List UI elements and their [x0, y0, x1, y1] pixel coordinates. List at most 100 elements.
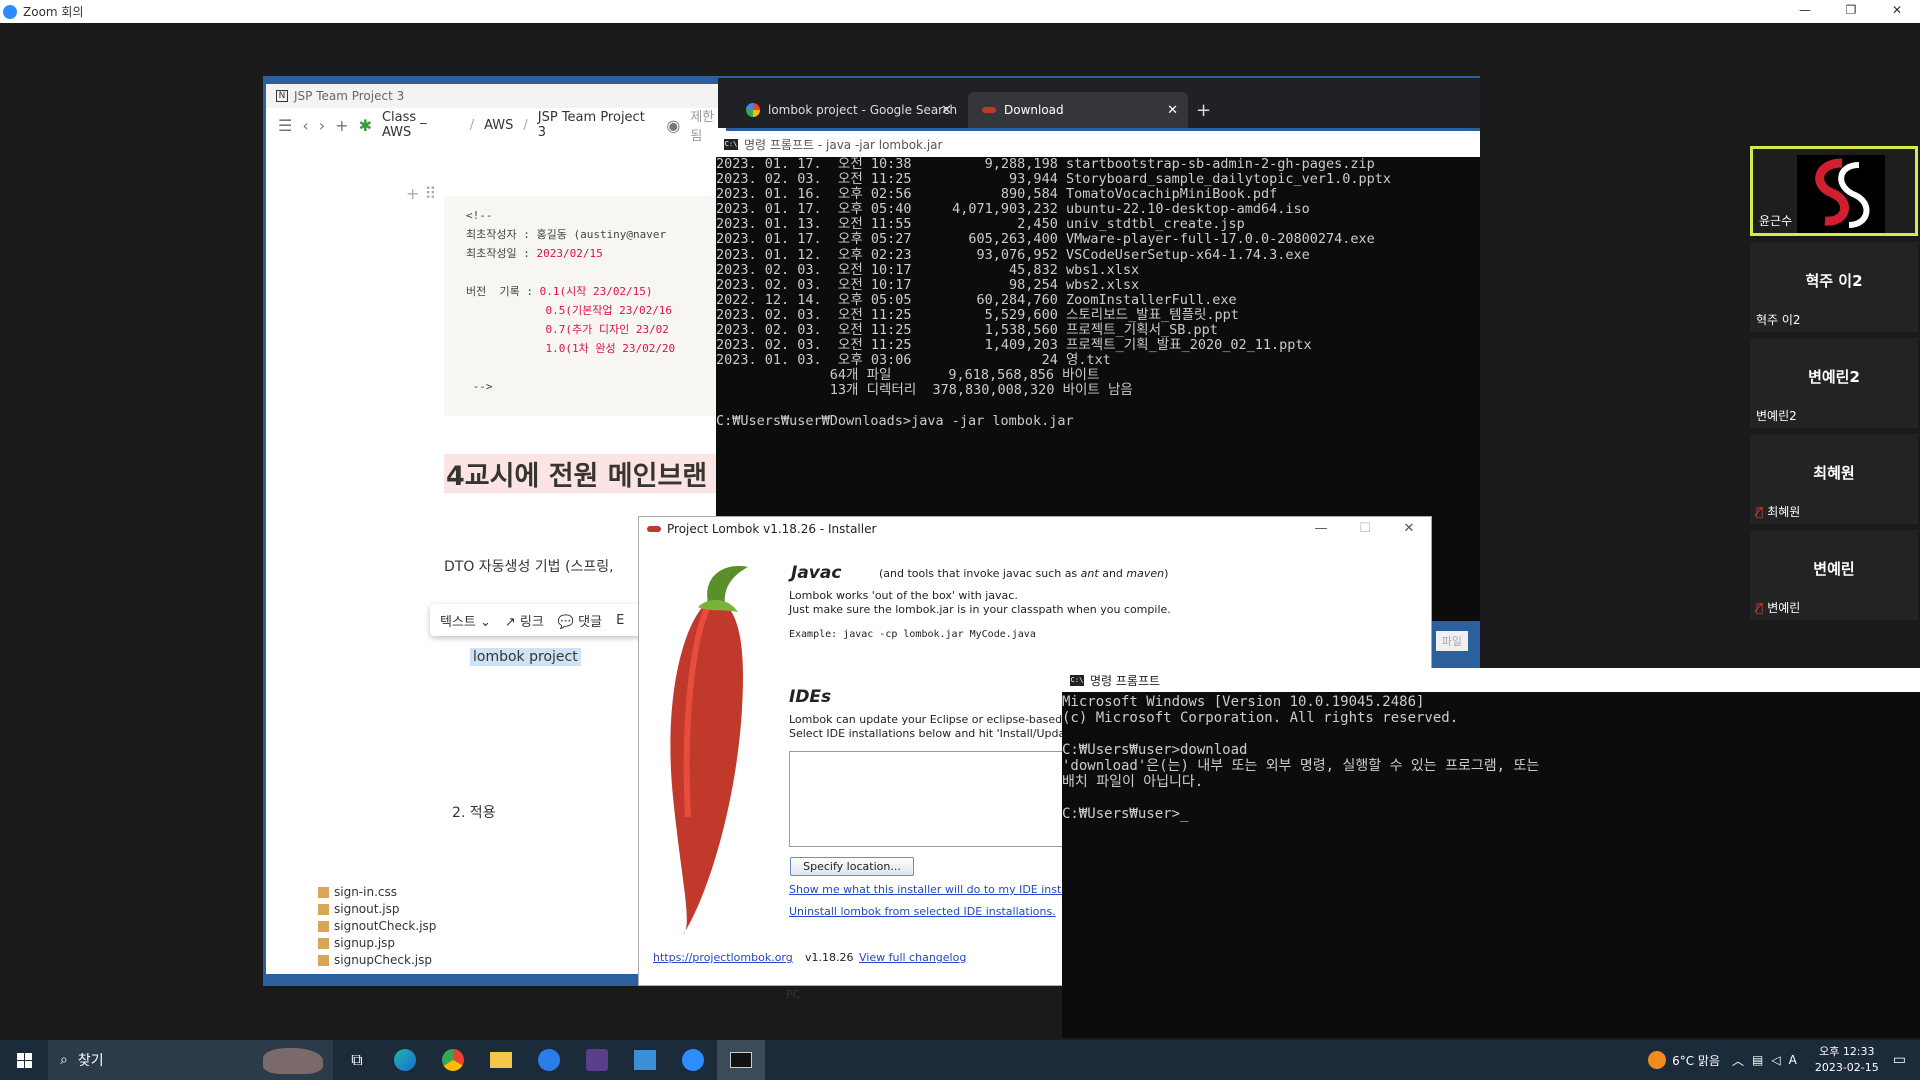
- close-tab-icon[interactable]: ✕: [941, 103, 952, 118]
- lombok-icon: [982, 107, 996, 113]
- file-item[interactable]: signupCheck.jsp: [316, 952, 436, 969]
- changelog-link[interactable]: View full changelog: [859, 951, 966, 964]
- network-icon[interactable]: ▤: [1752, 1053, 1763, 1067]
- participant-name-large: 최혜원: [1813, 464, 1855, 482]
- ide-installations-list[interactable]: [789, 751, 1079, 847]
- eclipse-icon[interactable]: [573, 1040, 621, 1080]
- notion-window-title: JSP Team Project 3: [294, 89, 405, 103]
- lombok-title: Project Lombok v1.18.26 - Installer: [667, 522, 877, 536]
- cmd-line: Microsoft Windows [Version 10.0.19045.24…: [1062, 694, 1425, 710]
- avatar: [1797, 155, 1885, 233]
- cmd-line: [716, 399, 1480, 414]
- photo-icon[interactable]: [621, 1040, 669, 1080]
- participant-tile[interactable]: 최혜원 🎙̸ 최혜원: [1750, 434, 1918, 524]
- file-item[interactable]: signout.jsp: [316, 901, 436, 918]
- show-me-link[interactable]: Show me what this installer will do to m…: [789, 883, 1068, 896]
- clock[interactable]: 오후 12:33 2023-02-15: [1815, 1044, 1879, 1076]
- cmd-icon: C:\: [1070, 674, 1084, 686]
- javac-example: Example: javac -cp lombok.jar MyCode.jav…: [789, 629, 1036, 640]
- breadcrumb-item[interactable]: Class _ AWS: [382, 110, 460, 140]
- notification-icon[interactable]: ▭: [1893, 1052, 1906, 1068]
- weather-icon: [1648, 1051, 1667, 1069]
- task-view-icon[interactable]: ⧉: [333, 1040, 381, 1080]
- zoom-icon[interactable]: [669, 1040, 717, 1080]
- close-button[interactable]: ✕: [1874, 0, 1920, 23]
- link-button[interactable]: ↗ 링크: [505, 611, 544, 630]
- minimize-button[interactable]: —: [1299, 517, 1343, 541]
- file-item[interactable]: sign-in.css: [316, 884, 436, 901]
- file-explorer-icon[interactable]: [477, 1040, 525, 1080]
- comment-button[interactable]: 💬 댓글: [558, 611, 602, 630]
- close-button[interactable]: ✕: [1387, 517, 1431, 541]
- cmd-line: [1062, 790, 1920, 806]
- cmd-line: 2023. 01. 12. 오후 02:23 93,076,952 VSCode…: [716, 246, 1310, 263]
- forward-icon[interactable]: ›: [319, 116, 325, 135]
- cmd-line: 2023. 02. 03. 오전 10:17 98,254 wbs2.xlsx: [716, 276, 1140, 293]
- participant-tile-active[interactable]: 윤근수: [1750, 146, 1918, 236]
- version-label: v1.18.26: [805, 951, 854, 964]
- cmd-line: 13개 디렉터리 378,830,008,320 바이트 남음: [716, 382, 1133, 399]
- specify-location-button[interactable]: Specify location...: [790, 857, 914, 876]
- partial-label: 파일: [1435, 631, 1468, 651]
- cmd-output[interactable]: Microsoft Windows [Version 10.0.19045.24…: [1062, 692, 1920, 822]
- cmd-line: 2022. 12. 14. 오후 05:05 60,284,760 ZoomIn…: [716, 291, 1237, 308]
- edge-icon[interactable]: [381, 1040, 429, 1080]
- cmd-line: 2023. 01. 16. 오후 02:56 890,584 TomatoVoc…: [716, 186, 1278, 203]
- cmd-icon: C:\: [724, 138, 738, 150]
- back-icon[interactable]: ‹: [302, 116, 308, 135]
- javac-subtitle: (and tools that invoke javac such as ant…: [879, 567, 1169, 580]
- mic-muted-icon: 🎙̸: [1756, 600, 1764, 615]
- maximize-button[interactable]: ☐: [1343, 517, 1387, 541]
- breadcrumb-item[interactable]: AWS: [484, 118, 513, 133]
- window-title: Zoom 회의: [23, 5, 84, 19]
- notion-title-bar: N JSP Team Project 3: [266, 84, 726, 108]
- zoom-title-bar: Zoom 회의 — ❐ ✕: [0, 0, 1920, 23]
- chrome-icon[interactable]: [429, 1040, 477, 1080]
- page-icon: ✱: [358, 115, 372, 135]
- add-icon[interactable]: +: [335, 116, 348, 135]
- selected-text[interactable]: lombok project: [470, 648, 581, 666]
- menu-icon[interactable]: ☰: [278, 116, 292, 135]
- participant-tile[interactable]: 혁주 이2 혁주 이2: [1750, 242, 1918, 332]
- cmd-window: C:\ 명령 프롬프트 Microsoft Windows [Version 1…: [1062, 668, 1920, 1038]
- participant-name-large: 변예린: [1813, 560, 1855, 578]
- search-box[interactable]: ⌕ 찾기: [48, 1040, 333, 1080]
- tab-google-search[interactable]: lombok project - Google Search ✕: [732, 92, 962, 128]
- paragraph-text: DTO 자동생성 기법 (스프링,: [444, 559, 614, 575]
- search-highlight-image: [263, 1048, 323, 1074]
- cmd-line: 2023. 01. 13. 오전 11:55 2,450 univ_stdtbl…: [716, 216, 1245, 233]
- start-button[interactable]: [0, 1040, 48, 1080]
- participant-tile[interactable]: 변예린 🎙̸ 변예린: [1750, 530, 1918, 620]
- chili-pepper-image: [670, 566, 748, 935]
- ime-indicator[interactable]: A: [1789, 1053, 1797, 1067]
- file-item[interactable]: signoutCheck.jsp: [316, 918, 436, 935]
- restore-button[interactable]: ❐: [1828, 0, 1874, 23]
- cmd-line: C:₩Users₩user>download: [1062, 742, 1248, 758]
- participant-panel: 윤근수 혁주 이2 혁주 이2 변예린2 변예린2 최혜원 🎙̸ 최혜원 변예린 …: [1750, 146, 1918, 626]
- minimize-button[interactable]: —: [1782, 0, 1828, 23]
- participant-name: 윤근수: [1759, 214, 1793, 228]
- file-item[interactable]: signup.jsp: [316, 935, 436, 952]
- block-add-icon[interactable]: + ⠿: [406, 184, 436, 203]
- participant-tile[interactable]: 변예린2 변예린2: [1750, 338, 1918, 428]
- more-button[interactable]: E: [616, 613, 624, 628]
- chevron-up-icon[interactable]: ︿: [1732, 1052, 1744, 1069]
- weather-text[interactable]: 6°C 맑음: [1672, 1052, 1720, 1069]
- cmd-taskbar-icon[interactable]: [717, 1040, 765, 1080]
- volume-icon[interactable]: ◁: [1771, 1053, 1780, 1067]
- clock-date: 2023-02-15: [1814, 1061, 1879, 1074]
- project-url-link[interactable]: https://projectlombok.org: [653, 951, 793, 964]
- eye-icon: ◉: [666, 115, 681, 135]
- text-type-button[interactable]: 텍스트 ⌄: [440, 611, 491, 630]
- new-tab-button[interactable]: +: [1196, 100, 1211, 121]
- app-icon[interactable]: [525, 1040, 573, 1080]
- cmd-line: 2023. 01. 17. 오후 05:40 4,071,903,232 ubu…: [716, 201, 1310, 218]
- participant-name: 최혜원: [1767, 505, 1801, 519]
- participant-name: 변예린: [1767, 601, 1801, 615]
- breadcrumb-item[interactable]: JSP Team Project 3: [538, 110, 657, 140]
- tab-download[interactable]: Download ✕: [968, 92, 1188, 128]
- uninstall-link[interactable]: Uninstall lombok from selected IDE insta…: [789, 905, 1056, 918]
- tab-label: Download: [1004, 103, 1064, 117]
- cmd-line: 2023. 02. 03. 오전 11:25 1,409,203 프로젝트_기획…: [716, 337, 1312, 354]
- close-tab-icon[interactable]: ✕: [1167, 103, 1178, 118]
